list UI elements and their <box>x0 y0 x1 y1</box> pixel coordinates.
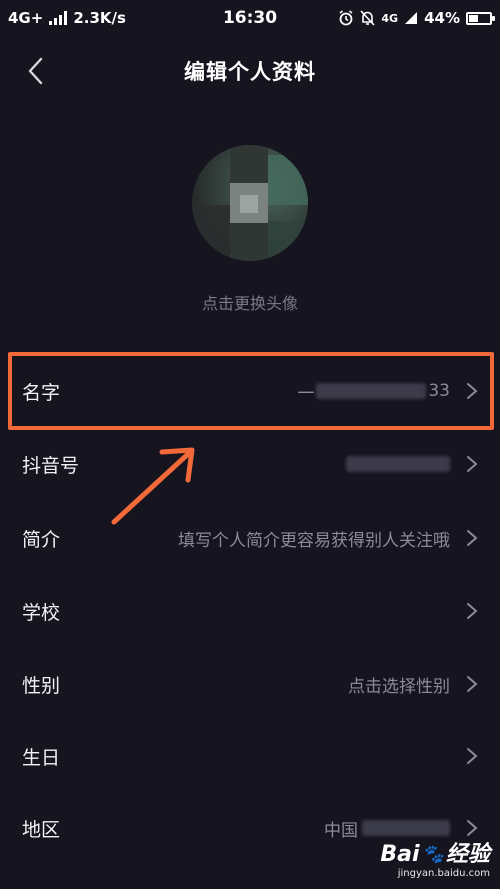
row-name[interactable]: 名字 一 33 <box>0 359 500 423</box>
row-school[interactable]: 学校 <box>0 579 500 643</box>
header: 编辑个人资料 <box>0 46 500 96</box>
row-value-name: 一 33 <box>297 379 450 404</box>
row-birthday[interactable]: 生日 <box>0 724 500 788</box>
back-button[interactable] <box>18 54 52 88</box>
annotation-arrow-icon <box>111 447 195 525</box>
row-label-bio: 简介 <box>22 528 61 551</box>
blurred-region <box>362 820 450 836</box>
row-value-gender: 点击选择性别 <box>348 676 450 697</box>
row-label-douyin-id: 抖音号 <box>22 454 80 477</box>
blurred-name <box>316 383 427 399</box>
status-left: 4G+ 2.3K/s <box>8 9 126 27</box>
chevron-right-icon <box>467 820 478 836</box>
row-douyin-id[interactable]: 抖音号 <box>0 432 500 496</box>
region-value-prefix: 中国 <box>324 820 358 841</box>
network-type: 4G+ <box>8 9 44 27</box>
row-label-school: 学校 <box>22 601 61 624</box>
avatar[interactable] <box>192 145 308 261</box>
network-type-right: 4G <box>381 11 399 25</box>
page-title: 编辑个人资料 <box>184 60 316 84</box>
chevron-right-icon <box>467 603 478 619</box>
paw-icon: 🐾 <box>421 844 444 865</box>
battery-fill <box>469 14 478 22</box>
watermark-brand-left: Bai <box>380 842 420 867</box>
row-label-gender: 性别 <box>22 674 61 697</box>
signal-icon <box>49 11 68 25</box>
watermark-brand-right: 经验 <box>445 842 490 867</box>
chevron-right-icon <box>467 456 478 472</box>
status-bar: 4G+ 2.3K/s 16:30 4G 44% <box>0 0 500 36</box>
row-gender[interactable]: 性别 点击选择性别 <box>0 652 500 716</box>
network-speed: 2.3K/s <box>73 9 126 27</box>
status-right: 4G 44% <box>338 9 495 27</box>
row-value-douyin-id <box>346 456 450 472</box>
signal-right-icon <box>405 12 418 24</box>
row-label-birthday: 生日 <box>22 746 61 769</box>
chevron-right-icon <box>467 748 478 764</box>
name-value-suffix: 33 <box>428 381 450 401</box>
row-value-bio: 填写个人简介更容易获得别人关注哦 <box>178 530 450 551</box>
battery-percent: 44% <box>424 9 460 27</box>
chevron-left-icon <box>28 57 43 85</box>
alarm-icon <box>339 10 353 26</box>
row-value-region: 中国 <box>324 816 450 841</box>
mute-bell-icon <box>360 10 375 26</box>
name-value-prefix: 一 <box>297 383 315 404</box>
watermark-url: jingyan.baidu.com <box>397 868 490 879</box>
row-label-name: 名字 <box>22 381 61 404</box>
battery-icon <box>466 11 495 25</box>
row-label-region: 地区 <box>22 818 61 841</box>
blurred-douyin-id <box>346 456 450 472</box>
watermark-brand: Bai 🐾 经验 <box>380 844 490 866</box>
baidu-jingyan-watermark: Bai 🐾 经验 jingyan.baidu.com <box>380 844 490 879</box>
chevron-right-icon <box>467 676 478 692</box>
chevron-right-icon <box>467 530 478 546</box>
change-avatar-hint[interactable]: 点击更换头像 <box>0 290 500 314</box>
chevron-right-icon <box>467 383 478 399</box>
row-bio[interactable]: 简介 填写个人简介更容易获得别人关注哦 <box>0 506 500 570</box>
